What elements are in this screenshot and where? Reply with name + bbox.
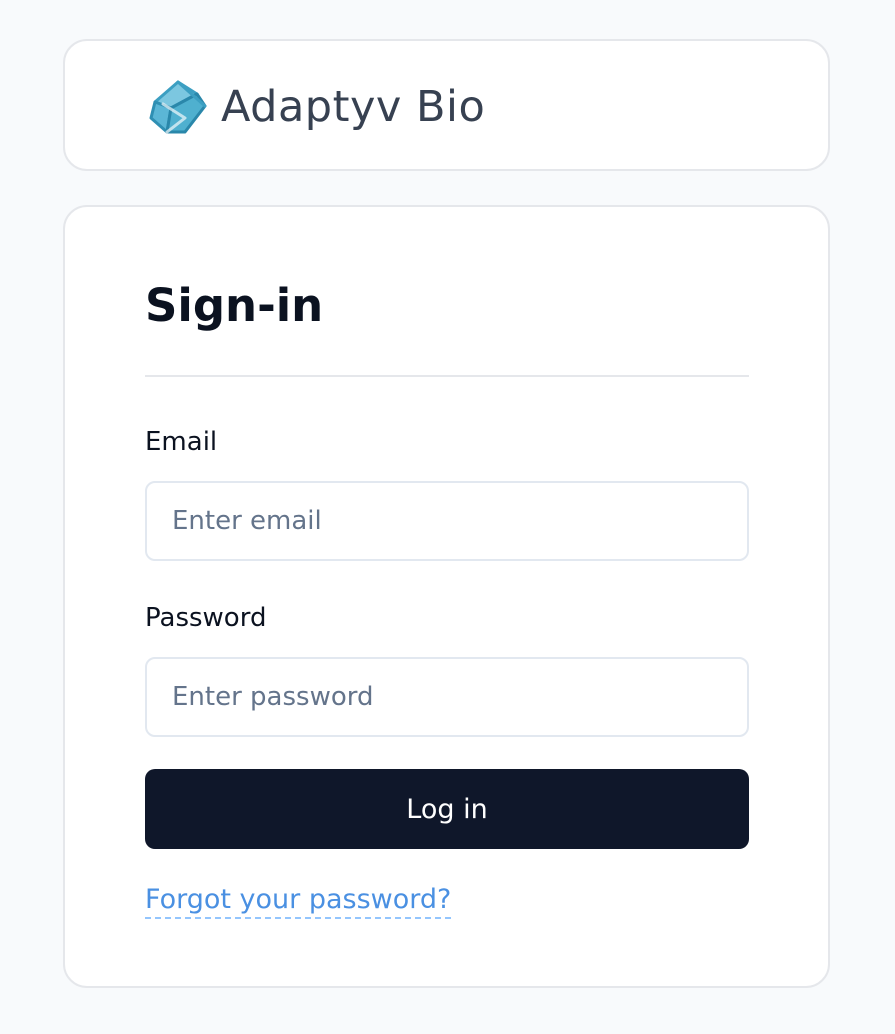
page-title: Sign-in (145, 279, 324, 332)
adaptyv-bio-logo-icon (149, 80, 207, 134)
brand-header-card: Adaptyv Bio (63, 39, 830, 171)
password-field[interactable] (145, 657, 749, 737)
email-label: Email (145, 427, 218, 457)
password-label: Password (145, 603, 267, 633)
login-card: Sign-in Email Password Log in Forgot you… (63, 205, 830, 988)
brand-name: Adaptyv Bio (221, 82, 486, 132)
email-field[interactable] (145, 481, 749, 561)
log-in-button[interactable]: Log in (145, 769, 749, 849)
title-divider (145, 375, 749, 377)
brand[interactable]: Adaptyv Bio (145, 73, 485, 141)
forgot-password-link[interactable]: Forgot your password? (145, 883, 452, 919)
